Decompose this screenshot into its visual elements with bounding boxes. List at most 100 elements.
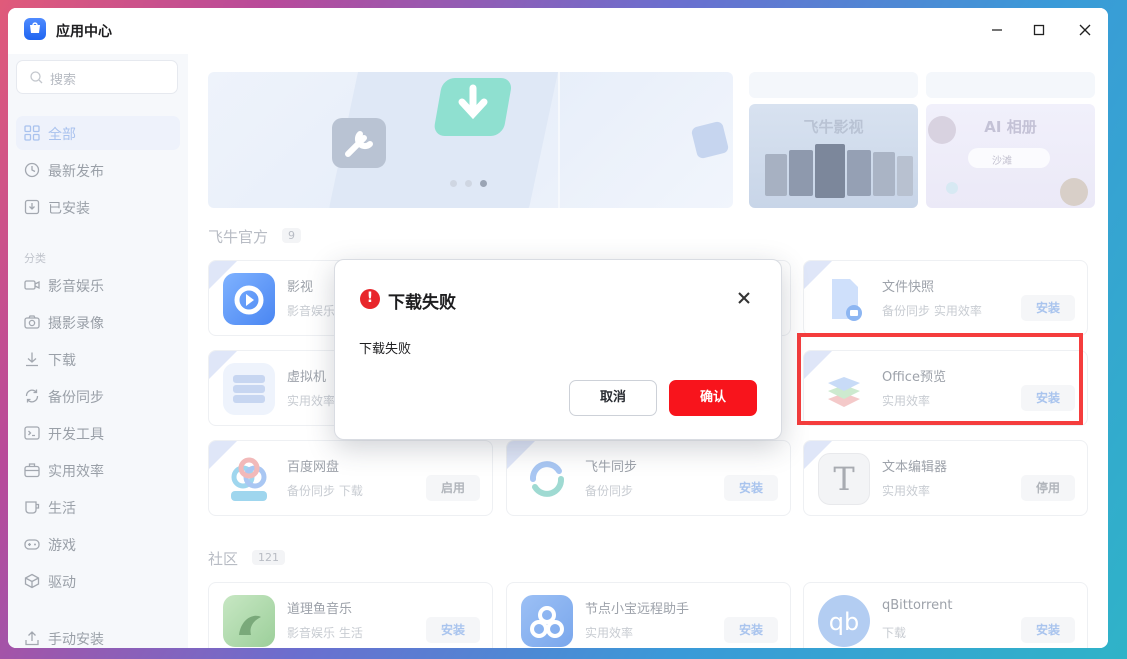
banner-strip: [749, 72, 918, 98]
sidebar-item-productivity[interactable]: 实用效率: [16, 453, 180, 487]
dialog-close-icon[interactable]: [735, 289, 753, 307]
sidebar-item-label: 最新发布: [48, 164, 104, 180]
code-icon: [24, 426, 40, 440]
app-name: 道理鱼音乐: [287, 602, 353, 617]
sidebar-item-photo[interactable]: 摄影录像: [16, 305, 180, 339]
sidebar-item-installed[interactable]: 已安装: [16, 190, 180, 224]
carousel-dot[interactable]: [465, 180, 472, 187]
sidebar-item-life[interactable]: 生活: [16, 490, 180, 524]
banner-illustration: [329, 72, 729, 208]
install-button[interactable]: 安装: [1021, 295, 1075, 321]
app-category: 备份同步 下载: [287, 484, 363, 498]
carousel-dots[interactable]: [450, 180, 487, 187]
sidebar-item-label: 实用效率: [48, 464, 104, 480]
app-category: 下载: [882, 626, 907, 640]
app-card-feiniu-sync[interactable]: 飞牛同步 备份同步 安装: [506, 440, 791, 516]
app-category: 实用效率: [882, 484, 931, 498]
svg-text:qb: qb: [829, 608, 859, 636]
search-placeholder: 搜索: [50, 73, 77, 88]
app-name: 节点小宝远程助手: [585, 602, 690, 617]
disable-button[interactable]: 停用: [1021, 475, 1075, 501]
dialog-message: 下载失败: [359, 342, 412, 357]
confirm-button[interactable]: 确认: [669, 380, 757, 416]
official-section-count: 9: [282, 228, 301, 243]
app-category: 实用效率: [585, 626, 634, 640]
qbittorrent-icon: qb: [818, 595, 870, 647]
store-logo-icon: [24, 18, 46, 40]
sidebar-item-all[interactable]: 全部: [16, 116, 180, 150]
dialog-title: 下载失败: [388, 293, 456, 313]
sidebar-item-label: 全部: [48, 127, 76, 143]
app-name: 文本编辑器: [882, 460, 948, 475]
briefcase-icon: [24, 463, 40, 478]
carousel-dot[interactable]: [450, 180, 457, 187]
grid-icon: [24, 125, 40, 141]
download-failed-dialog: ! 下载失败 下载失败 取消 确认: [334, 259, 782, 440]
title-bar: 应用中心: [8, 8, 1108, 54]
clock-icon: [24, 162, 40, 178]
sidebar-item-label: 驱动: [48, 575, 76, 591]
sidebar-item-backup[interactable]: 备份同步: [16, 379, 180, 413]
sidebar-item-label: 备份同步: [48, 390, 104, 406]
sidebar-item-media[interactable]: 影音娱乐: [16, 268, 180, 302]
cup-icon: [25, 501, 40, 514]
official-badge-icon: [209, 351, 237, 379]
sidebar-item-download[interactable]: 下载: [16, 342, 180, 376]
sidebar-item-label: 游戏: [48, 538, 76, 554]
banner-feiniu-video[interactable]: 飞牛影视: [749, 104, 918, 208]
app-category: 影音娱乐: [287, 304, 336, 318]
sidebar: 搜索 全部 最新发布 已安装 分类 影音娱乐 摄影录像 下载 备份同步 开发工具…: [8, 54, 188, 648]
video-icon: [24, 280, 40, 290]
install-button[interactable]: 安装: [724, 475, 778, 501]
installed-icon: [24, 199, 40, 215]
community-section-count: 121: [252, 550, 285, 565]
install-button[interactable]: 安装: [426, 617, 480, 643]
app-name: 虚拟机: [287, 370, 327, 385]
gamepad-icon: [24, 539, 40, 550]
download-icon: [26, 352, 38, 367]
sidebar-item-drivers[interactable]: 驱动: [16, 564, 180, 598]
enable-button[interactable]: 启用: [426, 475, 480, 501]
minimize-button[interactable]: [982, 16, 1012, 44]
install-button[interactable]: 安装: [724, 617, 778, 643]
cancel-button[interactable]: 取消: [569, 380, 657, 416]
official-badge-icon: [804, 441, 832, 469]
app-name: 影视: [287, 280, 314, 295]
banner-ai-album[interactable]: AI 相册 沙滩: [926, 104, 1095, 208]
sidebar-item-label: 摄影录像: [48, 316, 104, 332]
upload-icon: [25, 631, 39, 646]
poster-strip-icon: [765, 144, 913, 198]
sidebar-item-latest[interactable]: 最新发布: [16, 153, 180, 187]
app-card-daoliyu-music[interactable]: 道理鱼音乐 影音娱乐 生活 安装: [208, 582, 493, 648]
app-card-node-helper[interactable]: 节点小宝远程助手 实用效率 安装: [506, 582, 791, 648]
community-section-title: 社区: [208, 550, 239, 568]
banner-carousel[interactable]: [208, 72, 733, 208]
sidebar-item-label: 下载: [48, 353, 76, 369]
app-card-file-snapshot[interactable]: 文件快照 备份同步 实用效率 安装: [803, 260, 1088, 336]
daoliyu-music-icon: [223, 595, 275, 647]
official-badge-icon: [507, 441, 535, 469]
highlight-box: [797, 333, 1083, 425]
search-input[interactable]: 搜索: [16, 60, 178, 94]
official-badge-icon: [209, 441, 237, 469]
app-category: 备份同步 实用效率: [882, 304, 982, 318]
app-card-qbittorrent[interactable]: qb qBittorrent 下载 安装: [803, 582, 1088, 648]
sidebar-item-devtools[interactable]: 开发工具: [16, 416, 180, 450]
manual-install-button[interactable]: 手动安装: [16, 621, 180, 648]
app-name: 百度网盘: [287, 460, 340, 475]
app-card-baidu-pan[interactable]: 百度网盘 备份同步 下载 启用: [208, 440, 493, 516]
carousel-dot-active[interactable]: [480, 180, 487, 187]
sidebar-item-label: 开发工具: [48, 427, 104, 443]
app-card-text-editor[interactable]: T 文本编辑器 实用效率 停用: [803, 440, 1088, 516]
cube-icon: [24, 573, 40, 589]
install-button[interactable]: 安装: [1021, 617, 1075, 643]
close-window-button[interactable]: [1070, 16, 1100, 44]
camera-icon: [24, 315, 40, 329]
app-category: 备份同步: [585, 484, 634, 498]
sidebar-item-games[interactable]: 游戏: [16, 527, 180, 561]
app-name: 飞牛同步: [585, 460, 638, 475]
maximize-button[interactable]: [1024, 16, 1054, 44]
sidebar-item-label: 影音娱乐: [48, 279, 104, 295]
app-category: 实用效率: [287, 394, 336, 408]
app-category: 影音娱乐 生活: [287, 626, 363, 640]
